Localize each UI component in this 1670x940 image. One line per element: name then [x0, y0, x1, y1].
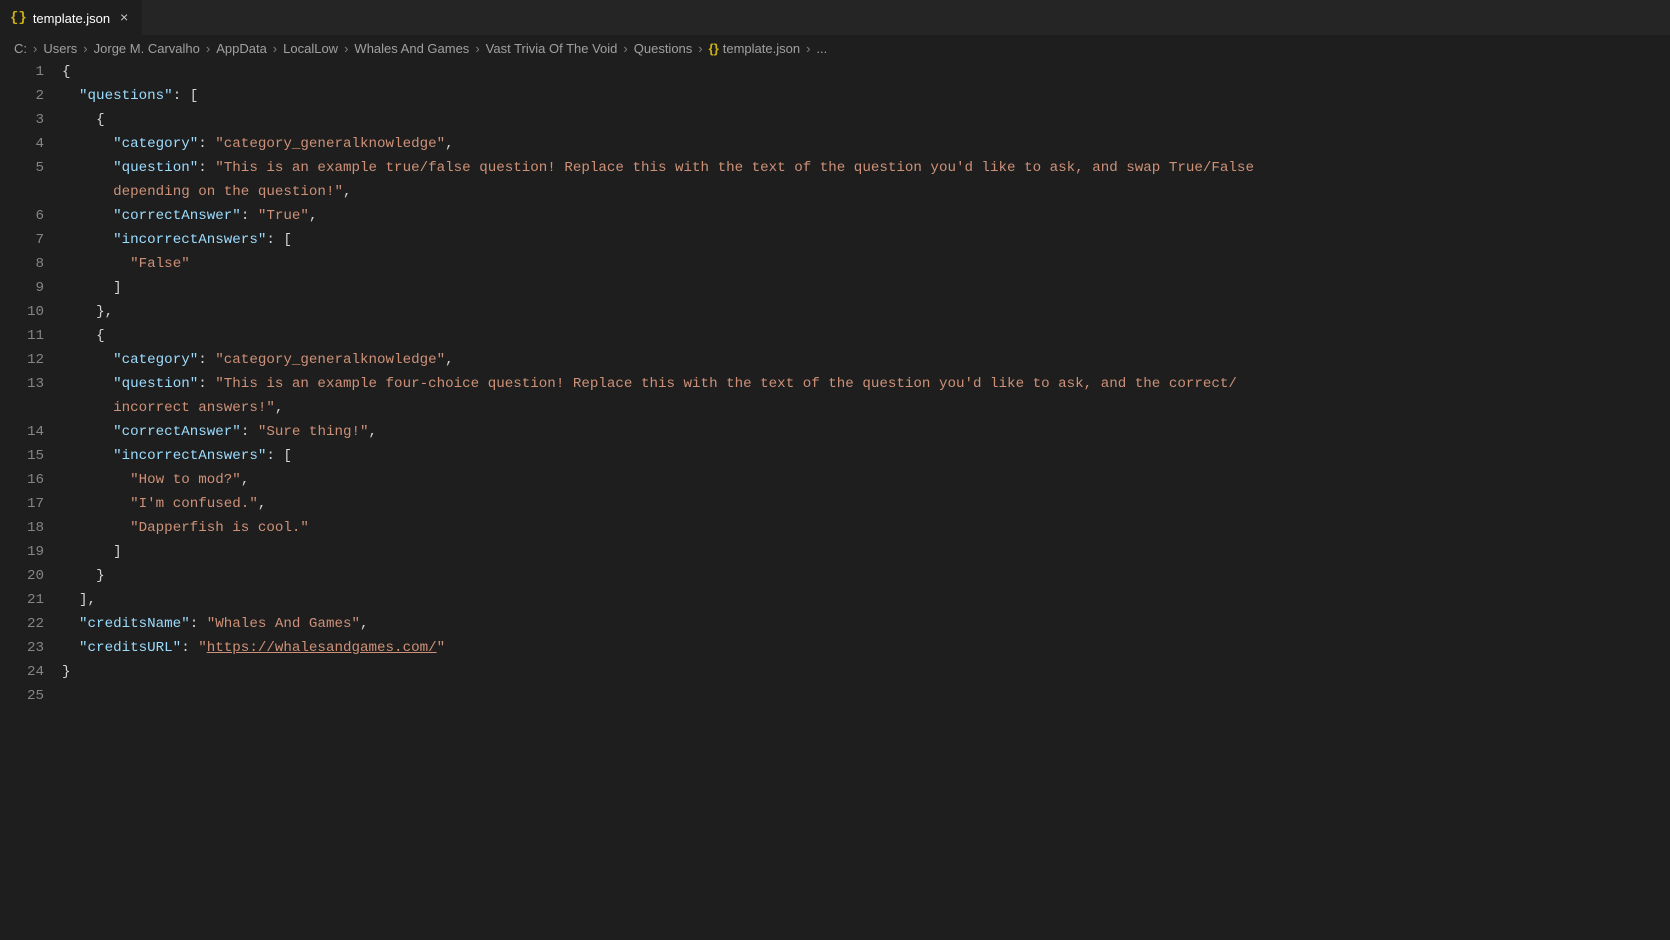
close-icon[interactable]: × — [116, 10, 132, 26]
code-token: : [ — [266, 448, 292, 464]
line-number: 25 — [0, 684, 44, 708]
code-token: { — [62, 64, 71, 80]
line-number: 9 — [0, 276, 44, 300]
code-token: "creditsURL" — [79, 640, 181, 656]
code-token: ] — [113, 544, 122, 560]
tab-template-json[interactable]: {} template.json × — [0, 0, 142, 36]
code-token: " — [198, 640, 207, 656]
breadcrumb-part[interactable]: C: — [14, 41, 27, 56]
line-number: 24 — [0, 660, 44, 684]
code-token: "This is an example four-choice question… — [215, 376, 1237, 392]
line-number: 13 — [0, 372, 44, 396]
code-token: "Sure thing!" — [258, 424, 369, 440]
line-number: 18 — [0, 516, 44, 540]
breadcrumb-part[interactable]: AppData — [216, 41, 267, 56]
chevron-right-icon: › — [273, 41, 277, 56]
breadcrumb-file[interactable]: template.json — [723, 41, 800, 56]
url-link[interactable]: https://whalesandgames.com/ — [207, 640, 437, 656]
code-token: "question" — [113, 160, 198, 176]
line-number: 17 — [0, 492, 44, 516]
code-editor[interactable]: 1234567891011121314151617181920212223242… — [0, 60, 1670, 940]
line-number: 5 — [0, 156, 44, 180]
code-token: "Whales And Games" — [207, 616, 360, 632]
breadcrumb-part[interactable]: Questions — [634, 41, 693, 56]
chevron-right-icon: › — [83, 41, 87, 56]
code-token: "False" — [130, 256, 190, 272]
line-number: 14 — [0, 420, 44, 444]
code-token: "I'm confused." — [130, 496, 258, 512]
line-number: 7 — [0, 228, 44, 252]
line-number: 10 — [0, 300, 44, 324]
line-number — [0, 180, 44, 204]
code-token: "category_generalknowledge" — [215, 136, 445, 152]
chevron-right-icon: › — [344, 41, 348, 56]
line-number: 2 — [0, 84, 44, 108]
line-number: 11 — [0, 324, 44, 348]
code-token: } — [96, 568, 105, 584]
tab-label: template.json — [33, 11, 110, 26]
code-token: incorrect answers!" — [113, 400, 275, 416]
code-token: "creditsName" — [79, 616, 190, 632]
line-number: 4 — [0, 132, 44, 156]
line-number: 21 — [0, 588, 44, 612]
code-token: "True" — [258, 208, 309, 224]
line-number: 6 — [0, 204, 44, 228]
line-number: 3 — [0, 108, 44, 132]
chevron-right-icon: › — [33, 41, 37, 56]
line-number-gutter: 1234567891011121314151617181920212223242… — [0, 60, 62, 940]
code-token: "incorrectAnswers" — [113, 232, 266, 248]
code-token: "This is an example true/false question!… — [215, 160, 1262, 176]
code-token: }, — [96, 304, 113, 320]
code-token: ], — [79, 592, 96, 608]
line-number: 16 — [0, 468, 44, 492]
line-number: 22 — [0, 612, 44, 636]
code-token: ] — [113, 280, 122, 296]
code-token: "questions" — [79, 88, 173, 104]
code-content[interactable]: { "questions": [ { "category": "category… — [62, 60, 1670, 940]
line-number — [0, 396, 44, 420]
code-token: "category" — [113, 136, 198, 152]
json-file-icon: {} — [10, 10, 27, 26]
breadcrumb-part[interactable]: Vast Trivia Of The Void — [486, 41, 618, 56]
tab-bar: {} template.json × — [0, 0, 1670, 36]
line-number: 20 — [0, 564, 44, 588]
code-token: depending on the question!" — [113, 184, 343, 200]
line-number: 23 — [0, 636, 44, 660]
chevron-right-icon: › — [475, 41, 479, 56]
breadcrumb-part[interactable]: LocalLow — [283, 41, 338, 56]
line-number: 1 — [0, 60, 44, 84]
code-token: : [ — [266, 232, 292, 248]
chevron-right-icon: › — [698, 41, 702, 56]
chevron-right-icon: › — [806, 41, 810, 56]
chevron-right-icon: › — [206, 41, 210, 56]
chevron-right-icon: › — [623, 41, 627, 56]
code-token: "category_generalknowledge" — [215, 352, 445, 368]
breadcrumb-tail[interactable]: ... — [816, 41, 827, 56]
code-token: " — [437, 640, 446, 656]
code-token: : [ — [173, 88, 199, 104]
code-token: { — [96, 112, 105, 128]
breadcrumb-part[interactable]: Whales And Games — [354, 41, 469, 56]
code-token: "incorrectAnswers" — [113, 448, 266, 464]
json-file-icon: {} — [709, 41, 719, 56]
line-number: 12 — [0, 348, 44, 372]
code-token: { — [96, 328, 105, 344]
line-number: 8 — [0, 252, 44, 276]
breadcrumb-part[interactable]: Users — [43, 41, 77, 56]
line-number: 19 — [0, 540, 44, 564]
code-token: "category" — [113, 352, 198, 368]
code-token: "How to mod?" — [130, 472, 241, 488]
code-token: "Dapperfish is cool." — [130, 520, 309, 536]
code-token: "correctAnswer" — [113, 424, 241, 440]
breadcrumb[interactable]: C: › Users › Jorge M. Carvalho › AppData › L… — [0, 36, 1670, 60]
line-number: 15 — [0, 444, 44, 468]
code-token: } — [62, 664, 71, 680]
code-token: "question" — [113, 376, 198, 392]
breadcrumb-part[interactable]: Jorge M. Carvalho — [94, 41, 200, 56]
code-token: "correctAnswer" — [113, 208, 241, 224]
